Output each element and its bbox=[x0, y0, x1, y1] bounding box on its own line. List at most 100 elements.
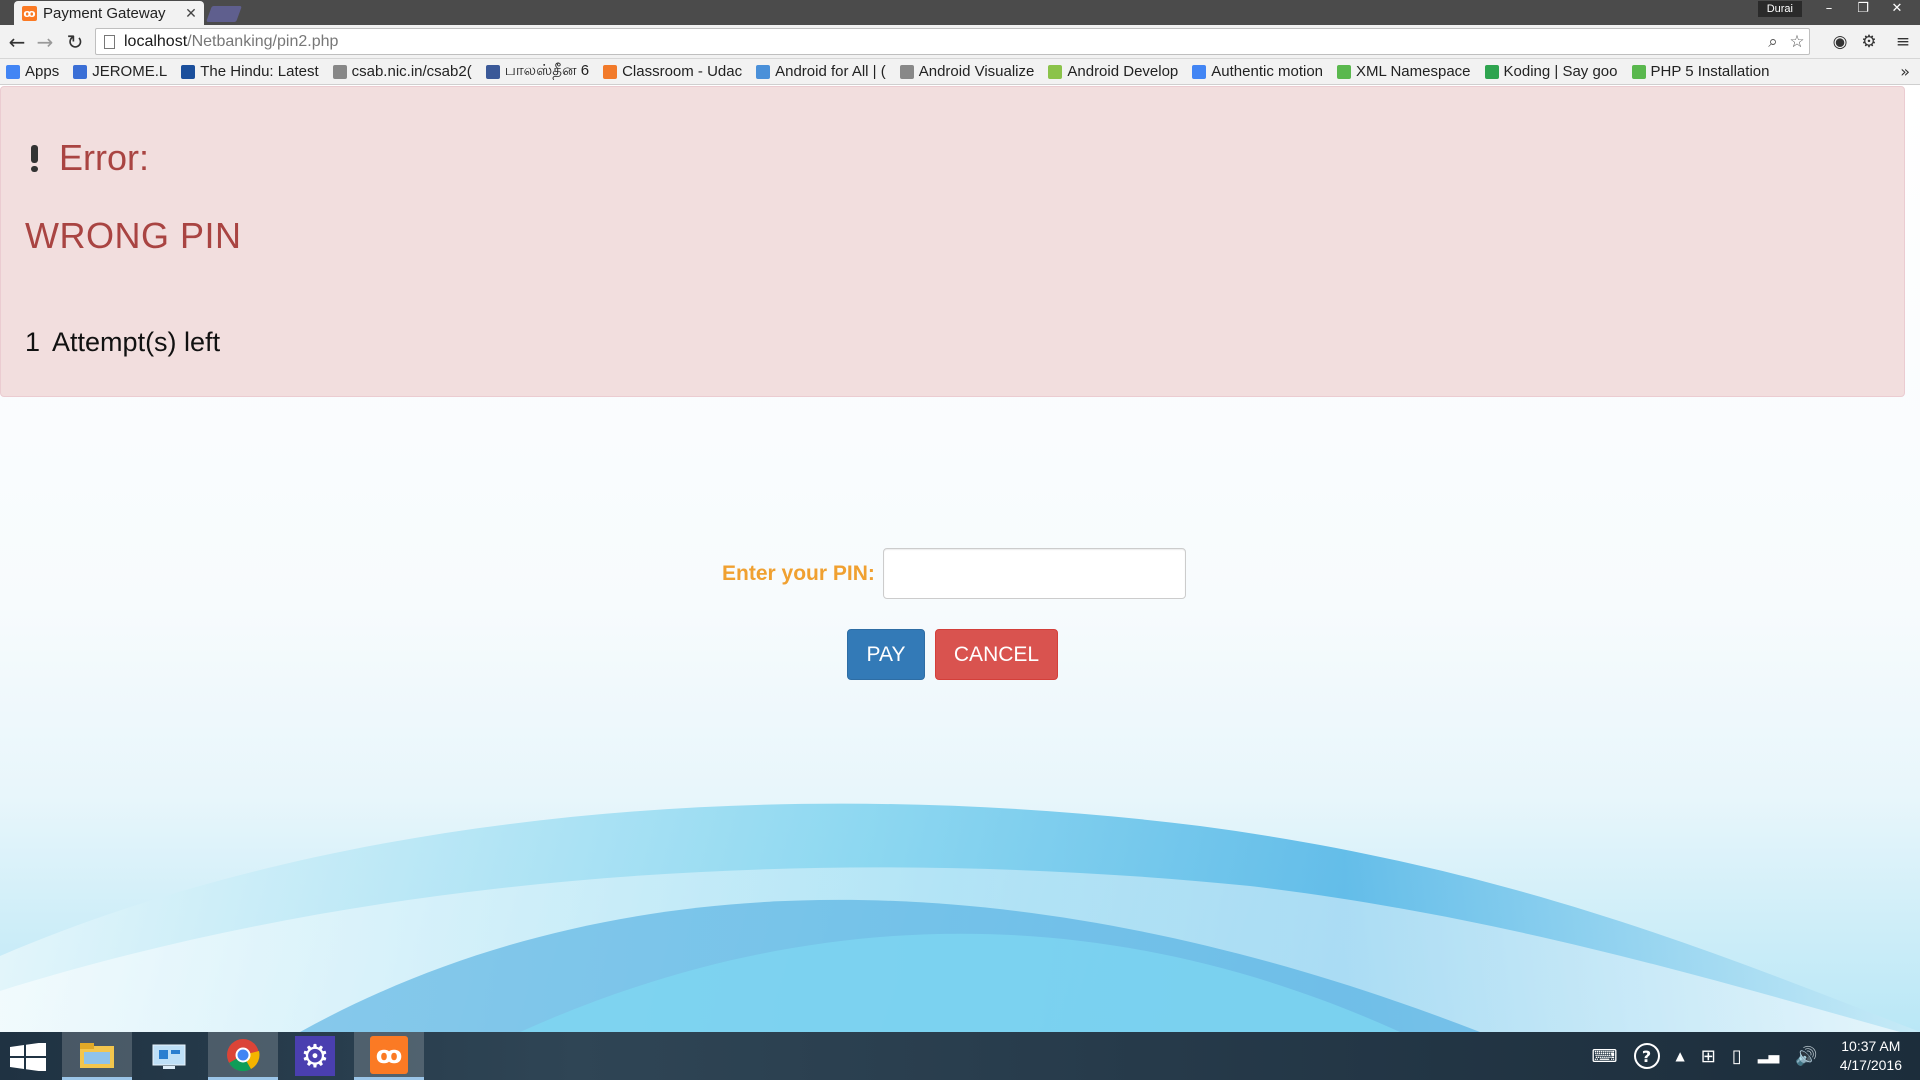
new-tab-button[interactable] bbox=[206, 6, 242, 22]
exclamation-icon bbox=[29, 143, 39, 173]
volume-icon[interactable]: 🔊 bbox=[1795, 1046, 1817, 1067]
taskbar-clock[interactable]: 10:37 AM 4/17/2016 bbox=[1840, 1037, 1902, 1075]
bookmark-label: Apps bbox=[25, 63, 60, 80]
bookmark-label: Koding | Say goo bbox=[1503, 63, 1618, 80]
android-icon bbox=[1048, 64, 1063, 79]
url-host: localhost bbox=[124, 32, 188, 50]
extension-icon[interactable]: ◉ bbox=[1829, 31, 1851, 53]
attempts-left: 1 Attempt(s) left bbox=[25, 327, 220, 358]
bookmark-label: Android for All | ( bbox=[775, 63, 886, 80]
bookmark-item[interactable]: Android Develop bbox=[1048, 63, 1178, 80]
zoom-icon[interactable]: ⌕ bbox=[1761, 32, 1785, 52]
bookmark-label: XML Namespace bbox=[1356, 63, 1471, 80]
signal-icon[interactable]: ▂▄ bbox=[1758, 1048, 1780, 1064]
pin-input[interactable] bbox=[882, 548, 1186, 599]
address-bar[interactable]: localhost/Netbanking/pin2.php ⌕ ☆ bbox=[95, 28, 1810, 55]
profile-button[interactable]: Durai bbox=[1757, 1, 1802, 17]
windows-start-icon[interactable] bbox=[10, 1043, 46, 1071]
back-arrow-icon[interactable]: ← bbox=[4, 29, 30, 55]
settings-gear-icon: ⚙ bbox=[295, 1036, 335, 1076]
bookmark-item[interactable]: XML Namespace bbox=[1337, 63, 1471, 80]
page-info-icon[interactable] bbox=[104, 34, 115, 49]
file-explorer-icon bbox=[80, 1042, 114, 1068]
bookmark-label: Classroom - Udac bbox=[622, 63, 743, 80]
koding-icon bbox=[1484, 64, 1499, 79]
bookmark-item[interactable]: Android for All | ( bbox=[756, 63, 886, 80]
window-controls: – ❐ ✕ bbox=[1816, 0, 1910, 18]
pay-button[interactable]: PAY bbox=[847, 629, 925, 680]
error-message: WRONG PIN bbox=[25, 215, 242, 256]
close-tab-icon[interactable]: ✕ bbox=[182, 5, 200, 22]
bookmark-label: csab.nic.in/csab2( bbox=[351, 63, 472, 80]
device-icon[interactable]: ▯ bbox=[1732, 1046, 1742, 1067]
bookmarks-bar: Apps JEROME.L The Hindu: Latest csab.nic.in… bbox=[0, 59, 1920, 85]
taskbar-remote-desktop[interactable] bbox=[134, 1032, 204, 1080]
attempts-count: 1 bbox=[25, 327, 41, 357]
windows-taskbar: ⚙ ꝏ ⌨ ? ▲ ⊞ ▯ ▂▄ 🔊 10:37 AM 4/17/2016 bbox=[0, 1032, 1920, 1080]
w3schools-icon bbox=[1631, 64, 1646, 79]
bookmark-label: பாலஸ்தீன 6 bbox=[504, 62, 590, 79]
bookmark-item[interactable]: PHP 5 Installation bbox=[1631, 63, 1770, 80]
restore-icon[interactable]: ❐ bbox=[1850, 0, 1876, 18]
bookmark-item[interactable]: Authentic motion bbox=[1192, 63, 1323, 80]
xampp-icon: ꝏ bbox=[22, 5, 37, 21]
bookmark-item[interactable]: csab.nic.in/csab2( bbox=[332, 63, 472, 80]
google-icon bbox=[1192, 64, 1207, 79]
apps-grid-icon bbox=[6, 64, 20, 79]
keyboard-icon[interactable]: ⌨ bbox=[1592, 1046, 1618, 1067]
show-hidden-icons-icon[interactable]: ▲ bbox=[1676, 1049, 1685, 1063]
system-tray: ⌨ ? ▲ ⊞ ▯ ▂▄ 🔊 10:37 AM 4/17/2016 bbox=[1592, 1032, 1920, 1080]
pin-label: Enter your PIN: bbox=[722, 561, 875, 585]
bookmark-item[interactable]: பாலஸ்தீன 6 bbox=[485, 62, 590, 81]
xampp-icon: ꝏ bbox=[370, 1035, 408, 1074]
extension-secondary-icon[interactable]: ⚙ bbox=[1858, 31, 1880, 53]
page-icon bbox=[332, 64, 347, 79]
the-hindu-icon bbox=[181, 64, 196, 79]
error-title: Error: bbox=[59, 137, 149, 178]
taskbar-xampp[interactable]: ꝏ bbox=[354, 1032, 424, 1080]
bookmark-star-icon[interactable]: ☆ bbox=[1785, 32, 1809, 52]
url-text[interactable]: localhost/Netbanking/pin2.php bbox=[124, 33, 1761, 51]
taskbar-chrome[interactable] bbox=[208, 1032, 278, 1080]
remote-desktop-icon bbox=[152, 1044, 186, 1069]
bookmark-item[interactable]: Apps bbox=[6, 63, 59, 80]
page-icon bbox=[73, 64, 88, 79]
chrome-icon bbox=[227, 1038, 260, 1071]
taskbar-file-explorer[interactable] bbox=[62, 1032, 132, 1080]
bookmark-label: PHP 5 Installation bbox=[1650, 63, 1770, 80]
bookmark-label: Android Develop bbox=[1067, 63, 1179, 80]
bookmark-label: Authentic motion bbox=[1211, 63, 1324, 80]
forward-arrow-icon[interactable]: → bbox=[32, 29, 58, 55]
page-icon bbox=[899, 64, 914, 79]
clock-time: 10:37 AM bbox=[1841, 1038, 1901, 1054]
taskbar-settings[interactable]: ⚙ bbox=[280, 1032, 350, 1080]
tab-payment-gateway[interactable]: ꝏ Payment Gateway ✕ bbox=[14, 1, 204, 25]
minimize-icon[interactable]: – bbox=[1816, 0, 1842, 18]
help-icon[interactable]: ? bbox=[1633, 1043, 1660, 1069]
bookmark-item[interactable]: Classroom - Udac bbox=[603, 63, 742, 80]
bookmark-item[interactable]: Android Visualize bbox=[899, 63, 1035, 80]
tab-strip: ꝏ Payment Gateway ✕ Durai – ❐ ✕ bbox=[0, 0, 1920, 25]
cancel-button[interactable]: CANCEL bbox=[935, 629, 1058, 680]
w3schools-icon bbox=[1337, 64, 1352, 79]
bookmark-label: The Hindu: Latest bbox=[200, 63, 319, 80]
bookmark-item[interactable]: The Hindu: Latest bbox=[181, 63, 319, 80]
reload-icon[interactable]: ↻ bbox=[62, 29, 88, 55]
clock-date: 4/17/2016 bbox=[1839, 1057, 1902, 1073]
close-window-icon[interactable]: ✕ bbox=[1884, 0, 1910, 18]
page-viewport: Error: WRONG PIN 1 Attempt(s) left Enter … bbox=[0, 86, 1920, 1032]
pin-form-row: Enter your PIN: bbox=[722, 548, 1186, 599]
windows-flag-icon[interactable]: ⊞ bbox=[1701, 1046, 1716, 1067]
attempts-text: Attempt(s) left bbox=[52, 327, 221, 357]
bookmark-item[interactable]: Koding | Say goo bbox=[1484, 63, 1618, 80]
bookmark-label: Android Visualize bbox=[918, 63, 1035, 80]
browser-toolbar: ← → ↻ localhost/Netbanking/pin2.php ⌕ ☆ … bbox=[0, 25, 1920, 59]
more-bookmarks-icon[interactable]: » bbox=[1900, 62, 1910, 81]
url-path: /Netbanking/pin2.php bbox=[187, 32, 339, 50]
error-heading: Error: bbox=[29, 137, 149, 179]
udacity-icon bbox=[603, 64, 618, 79]
bookmark-label: JEROME.L bbox=[92, 63, 168, 80]
bookmark-item[interactable]: JEROME.L bbox=[73, 63, 167, 80]
chrome-menu-icon[interactable]: ≡ bbox=[1892, 31, 1914, 53]
facebook-icon bbox=[485, 64, 500, 79]
